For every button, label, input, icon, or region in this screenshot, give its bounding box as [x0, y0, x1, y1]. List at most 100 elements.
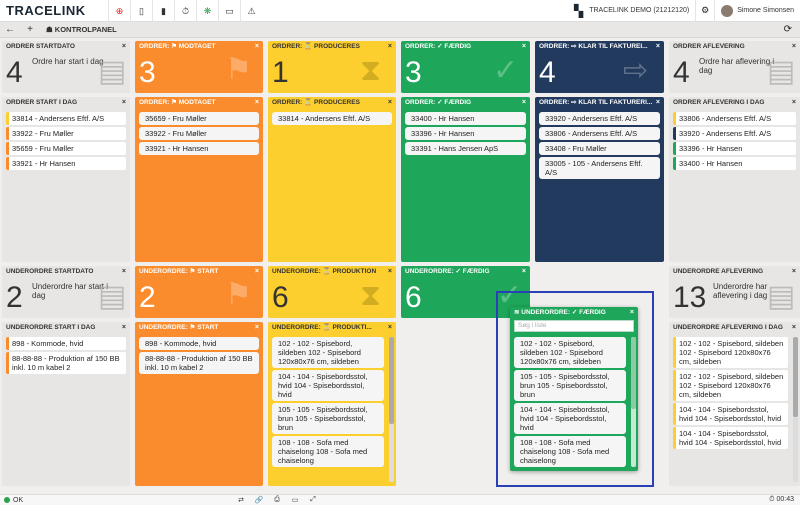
list-item[interactable]: 104 - 104 - Spisebordsstol, hvid 104 - S… — [673, 427, 788, 449]
list-item[interactable]: 33396 - Hr Hansen — [673, 142, 796, 155]
print-icon[interactable]: ⎙ — [268, 496, 286, 504]
widget-ordrer-produceres-list[interactable]: ORDRER: ⏳ PRODUCERES × 33814 - Andersens … — [268, 97, 396, 262]
widget-ordrer-aflevering-i-dag[interactable]: ORDRER AFLEVERING I DAG × 33806 - Anderse… — [669, 97, 800, 262]
list-item[interactable]: 108 - 108 - Sofa med chaiselong 108 - So… — [514, 436, 626, 467]
list-item[interactable]: 33921 - Hr Hansen — [6, 157, 126, 170]
swap-icon[interactable]: ⇄ — [232, 496, 250, 504]
widget-ordrer-klar-list[interactable]: ORDRER: ⇨ KLAR TIL FAKTURERI... × 33920 -… — [535, 97, 664, 262]
close-icon[interactable]: × — [792, 266, 796, 277]
close-icon[interactable]: × — [255, 266, 259, 277]
close-icon[interactable]: × — [388, 97, 392, 108]
list-item[interactable]: 88-88-88 - Produktion af 150 BB inkl. 10… — [6, 352, 126, 374]
close-icon[interactable]: × — [122, 41, 126, 52]
widget-underordre-start-list[interactable]: UNDERORDRE: ⚑ START × 898 - Kommode, hvid… — [135, 322, 263, 486]
close-icon[interactable]: × — [122, 97, 126, 108]
list-item[interactable]: 33921 - Hr Hansen — [139, 142, 259, 155]
close-icon[interactable]: × — [122, 322, 126, 333]
tracelink-logo[interactable]: TRACELINK — [6, 3, 108, 18]
close-icon[interactable]: × — [522, 266, 526, 277]
close-icon[interactable]: × — [656, 41, 660, 52]
list-item[interactable]: 102 - 102 - Spisebord, sildeben 102 - Sp… — [514, 337, 626, 368]
timer-icon[interactable]: ⏱ — [174, 0, 196, 22]
list-item[interactable]: 33806 - Andersens Eftf. A/S — [539, 127, 660, 140]
list-item[interactable]: 33922 - Fru Møller — [139, 127, 259, 140]
scrollbar[interactable] — [631, 337, 636, 467]
widget-underordre-aflevering[interactable]: UNDERORDRE AFLEVERING × 13 Underordre har… — [669, 266, 800, 318]
close-icon[interactable]: × — [792, 97, 796, 108]
scrollbar[interactable] — [793, 337, 798, 482]
widget-ordrer-produceres[interactable]: ORDRER: ⏳ PRODUCERES × 1 ⧗ — [268, 41, 396, 93]
list-item[interactable]: 35659 - Fru Møller — [139, 112, 259, 125]
list-item[interactable]: 88-88-88 - Produktion af 150 BB inkl. 10… — [139, 352, 259, 374]
scrollbar[interactable] — [389, 337, 394, 482]
list-item[interactable]: 104 - 104 - Spisebordsstol, hvid 104 - S… — [272, 370, 384, 401]
fullscreen-icon[interactable]: ⤢ — [304, 496, 322, 504]
link-icon[interactable]: 🔗 — [250, 496, 268, 504]
close-icon[interactable]: × — [255, 97, 259, 108]
list-item[interactable]: 33400 - Hr Hansen — [673, 157, 796, 170]
gear-icon[interactable]: ⚙ — [696, 5, 714, 16]
widget-underordre-produktion-list[interactable]: UNDERORDRE: ⏳ PRODUKTI... × 102 - 102 - S… — [268, 322, 396, 486]
widget-ordrer-faerdig[interactable]: ORDRER: ✓ FÆRDIG × 3 ✓ — [401, 41, 530, 93]
list-item[interactable]: 104 - 104 - Spisebordsstol, hvid 104 - S… — [673, 403, 788, 425]
window-icon[interactable]: ▭ — [286, 496, 304, 504]
list-item[interactable]: 33922 - Fru Møller — [6, 127, 126, 140]
list-item[interactable]: 33391 - Hans Jensen ApS — [405, 142, 526, 155]
list-item[interactable]: 33814 - Andersens Eftf. A/S — [272, 112, 392, 125]
close-icon[interactable]: × — [656, 97, 660, 108]
back-arrow-icon[interactable]: ← — [0, 24, 20, 35]
search-input[interactable]: Søg i liste — [514, 320, 634, 332]
list-item[interactable]: 898 - Kommode, hvid — [6, 337, 126, 350]
close-icon[interactable]: × — [255, 322, 259, 333]
list-item[interactable]: 102 - 102 - Spisebord, sildeben 102 - Sp… — [272, 337, 384, 368]
lifebuoy-icon[interactable]: ⊕ — [108, 0, 130, 22]
close-icon[interactable]: × — [792, 322, 796, 333]
list-item[interactable]: 33814 - Andersens Eftf. A/S — [6, 112, 126, 125]
close-icon[interactable]: × — [388, 322, 392, 333]
widget-underordre-startdato[interactable]: UNDERORDRE STARTDATO × 2 Underordre har s… — [2, 266, 130, 318]
widget-underordre-start-i-dag[interactable]: UNDERORDRE START I DAG × 898 - Kommode, h… — [2, 322, 130, 486]
list-item[interactable]: 33396 - Hr Hansen — [405, 127, 526, 140]
list-item[interactable]: 102 - 102 - Spisebord, sildeben 102 - Sp… — [673, 370, 788, 401]
widget-underordre-faerdig-list-dragging[interactable]: ≋ UNDERORDRE: ✓ FÆRDIG × Søg i liste 102 … — [510, 307, 638, 471]
list-item[interactable]: 105 - 105 - Spisebordsstol, brun 105 - S… — [272, 403, 384, 434]
account-name[interactable]: TRACELINK DEMO (21212120) — [589, 7, 689, 14]
list-item[interactable]: 33920 - Andersens Eftf. A/S — [673, 127, 796, 140]
widget-ordrer-faerdig-list[interactable]: ORDRER: ✓ FÆRDIG × 33400 - Hr Hansen 3339… — [401, 97, 530, 262]
widget-ordrer-start-i-dag[interactable]: ORDRER START I DAG × 33814 - Andersens Ef… — [2, 97, 130, 262]
user-menu[interactable]: Simone Simonsen — [715, 4, 800, 17]
close-icon[interactable]: × — [388, 266, 392, 277]
widget-ordrer-modtaget[interactable]: ORDRER: ⚑ MODTAGET × 3 ⚑ — [135, 41, 263, 93]
close-icon[interactable]: × — [255, 41, 259, 52]
list-item[interactable]: 33408 - Fru Møller — [539, 142, 660, 155]
widget-underordre-start[interactable]: UNDERORDRE: ⚑ START × 2 ⚑ — [135, 266, 263, 318]
list-item[interactable]: 102 - 102 - Spisebord, sildeben 102 - Sp… — [673, 337, 788, 368]
list-item[interactable]: 898 - Kommode, hvid — [139, 337, 259, 350]
widget-ordrer-startdato[interactable]: ORDRER STARTDATO × 4 Ordre har start i da… — [2, 41, 130, 93]
widget-ordrer-klar[interactable]: ORDRER: ⇨ KLAR TIL FAKTUREI... × 4 ⇨ — [535, 41, 664, 93]
close-icon[interactable]: × — [122, 266, 126, 277]
list-item[interactable]: 108 - 108 - Sofa med chaiselong 108 - So… — [272, 436, 384, 467]
widget-underordre-produktion[interactable]: UNDERORDRE: ⏳ PRODUKTION × 6 ⧗ — [268, 266, 396, 318]
list-item[interactable]: 35659 - Fru Møller — [6, 142, 126, 155]
refresh-icon[interactable]: ⟳ — [784, 24, 792, 35]
list-item[interactable]: 33920 - Andersens Eftf. A/S — [539, 112, 660, 125]
list-item[interactable]: 33005 - 105 - Andersens Eftf. A/S — [539, 157, 660, 179]
widget-ordrer-modtaget-list[interactable]: ORDRER: ⚑ MODTAGET × 35659 - Fru Møller 3… — [135, 97, 263, 262]
widget-underordre-aflevering-i-dag[interactable]: UNDERORDRE AFLEVERING I DAG × 102 - 102 -… — [669, 322, 800, 486]
phone-icon[interactable]: ▯ — [130, 0, 152, 22]
close-icon[interactable]: × — [792, 41, 796, 52]
close-icon[interactable]: × — [522, 41, 526, 52]
close-icon[interactable]: × — [630, 307, 634, 318]
chat-icon[interactable]: ▮ — [152, 0, 174, 22]
list-item[interactable]: 33806 - Andersens Eftf. A/S — [673, 112, 796, 125]
list-item[interactable]: 104 - 104 - Spisebordsstol, hvid 104 - S… — [514, 403, 626, 434]
list-item[interactable]: 105 - 105 - Spisebordsstol, brun 105 - S… — [514, 370, 626, 401]
window-icon[interactable]: ▭ — [218, 0, 240, 22]
widget-ordrer-aflevering[interactable]: ORDRER AFLEVERING × 4 Ordre har afleverin… — [669, 41, 800, 93]
warning-icon[interactable]: ⚠ — [240, 0, 262, 22]
add-icon[interactable]: + — [20, 24, 40, 35]
tasks-icon[interactable]: ❋ — [196, 0, 218, 22]
breadcrumb[interactable]: ☗ KONTROLPANEL — [46, 25, 117, 34]
list-item[interactable]: 33400 - Hr Hansen — [405, 112, 526, 125]
